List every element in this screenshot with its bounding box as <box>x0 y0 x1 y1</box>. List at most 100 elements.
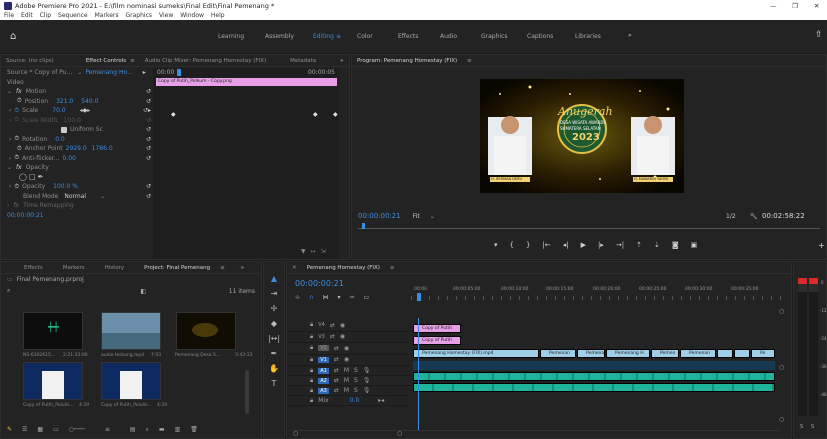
add-button-icon[interactable]: + <box>818 241 825 250</box>
minimize-button[interactable]: — <box>770 2 777 10</box>
trash-icon[interactable]: 🗑︎ <box>190 426 198 434</box>
menu-window[interactable]: Window <box>180 12 204 19</box>
chevron-right-icon[interactable]: › <box>9 155 11 162</box>
solo-left-button[interactable]: S <box>800 424 803 430</box>
go-to-out-icon[interactable]: →| <box>616 241 624 249</box>
clip-pemenang-4[interactable]: Pemen <box>651 349 679 358</box>
workspace-effects[interactable]: Effects <box>398 33 418 40</box>
snap-icon[interactable]: ⊹ <box>295 294 300 301</box>
timeline-playhead-marker[interactable] <box>417 293 421 301</box>
menu-sequence[interactable]: Sequence <box>58 12 88 19</box>
timeline-timecode[interactable]: 00:00:00:21 <box>295 279 344 288</box>
clip-pemenang-7[interactable] <box>734 349 750 358</box>
settings-wrench-icon[interactable]: ✑ <box>349 294 354 301</box>
tab-audio-clip-mixer[interactable]: Audio Clip Mixer: Pemenang Homestay (FIX… <box>145 58 266 64</box>
reset-icon[interactable]: ↺ <box>146 145 151 152</box>
track-name[interactable]: A1 <box>318 367 329 374</box>
eye-icon[interactable]: ◉ <box>344 345 349 352</box>
timeline-tab[interactable]: Pemenang Homestay (FIX) <box>307 265 380 271</box>
lock-icon[interactable]: 🔒︎ <box>310 344 313 352</box>
ec-timecode[interactable]: 00:00:00:21 <box>7 212 44 219</box>
tab-effect-controls[interactable]: Effect Controls <box>86 58 126 64</box>
timeline-vscroll[interactable]: ○ ○ ○ <box>779 308 785 428</box>
lock-icon[interactable]: 🔒︎ <box>310 377 313 385</box>
ec-anchor-x[interactable]: 2929.0 <box>66 145 87 152</box>
step-back-icon[interactable]: ◂| <box>563 241 569 249</box>
solo-button[interactable]: S <box>354 377 358 384</box>
captions-icon[interactable]: ▭ <box>363 294 369 301</box>
audio-clip-a1[interactable] <box>413 372 775 381</box>
reset-icon[interactable]: ↺ <box>146 193 151 200</box>
share-icon[interactable]: ⇧ <box>815 30 823 40</box>
extract-icon[interactable]: ⇣ <box>654 241 660 249</box>
sync-lock-icon[interactable]: ⇄ <box>334 356 339 363</box>
scrubber-playhead[interactable] <box>362 223 365 229</box>
new-bin-icon[interactable]: ▬ <box>159 426 165 434</box>
new-item-icon[interactable]: ▥ <box>175 426 181 434</box>
search-icon[interactable]: ⌕ <box>7 287 10 295</box>
ec-opacity-header[interactable]: ⌄ fx Opacity <box>1 163 159 173</box>
ec-position-y[interactable]: 540.0 <box>81 98 98 105</box>
track-name[interactable]: A2 <box>318 377 329 384</box>
ripple-edit-icon[interactable]: ✢ <box>271 304 278 313</box>
program-menu-icon[interactable]: ≡ <box>467 58 472 64</box>
list-view-icon[interactable]: ☰ <box>22 426 27 434</box>
keyframe-nav-icon[interactable]: ◂◆▸ <box>80 107 91 114</box>
pencil-icon[interactable]: ✎ <box>7 426 12 434</box>
mix-value[interactable]: 0.0 <box>350 397 360 404</box>
mark-out-icon[interactable]: } <box>526 241 530 249</box>
chevron-right-icon[interactable]: › <box>9 183 11 190</box>
rectangle-mask-icon[interactable]: □ <box>29 173 36 181</box>
ec-scale-value[interactable]: 70.0 <box>52 107 65 114</box>
lock-icon[interactable]: 🔒︎ <box>310 321 313 329</box>
track-name[interactable]: V4 <box>318 322 325 328</box>
find-icon[interactable]: ⌕ <box>146 426 149 434</box>
ec-time-remap-row[interactable]: › fx Time Remapping <box>1 201 159 211</box>
marker-icon[interactable]: ▾ <box>337 294 340 301</box>
program-fit-select[interactable]: Fit <box>413 213 420 220</box>
clip-copy-putih-v3[interactable]: Copy of Putih <box>413 336 461 345</box>
selection-tool-icon[interactable]: ▲ <box>271 274 277 283</box>
clip-pemenang-3[interactable]: Pemenang H <box>606 349 650 358</box>
mic-icon[interactable]: 🎙︎ <box>363 387 371 394</box>
effect-controls-menu-icon[interactable]: ≡ <box>130 58 135 64</box>
reset-icon[interactable]: ↺ <box>146 126 151 133</box>
clip-main-v2[interactable]: Pemenang Homestay (FIX).mp4 <box>413 349 539 358</box>
icon-view-icon[interactable]: ▦ <box>37 426 43 434</box>
wrench-icon[interactable]: 🔧︎ <box>750 213 758 220</box>
ec-keyframe-area[interactable]: 00:00 00:00:05 Copy of Putih_Polkum - Co… <box>153 68 339 258</box>
chevron-down-icon[interactable]: ⌄ <box>100 193 105 200</box>
add-marker-icon[interactable]: ▾ <box>494 241 498 249</box>
workspace-editing[interactable]: Editing <box>313 33 334 40</box>
comparison-icon[interactable]: ▣ <box>691 241 698 249</box>
ec-blend-select[interactable]: Normal <box>64 193 86 200</box>
menu-markers[interactable]: Markers <box>95 12 119 19</box>
track-select-icon[interactable]: ⇥ <box>271 289 278 298</box>
mic-icon[interactable]: 🎙︎ <box>363 367 371 374</box>
chevron-right-icon[interactable]: › <box>9 136 11 143</box>
mute-button[interactable]: M <box>344 387 349 394</box>
stopwatch-icon[interactable]: ⏱ <box>17 145 22 153</box>
chevron-down-icon[interactable]: ⌄ <box>77 69 82 76</box>
tab-metadata[interactable]: Metadata <box>290 58 316 64</box>
new-bin-icon[interactable]: ◧ <box>140 288 146 295</box>
uniform-scale-checkbox[interactable] <box>61 126 67 133</box>
workspace-libraries[interactable]: Libraries <box>575 33 601 40</box>
export-icon[interactable]: ↦ <box>311 248 316 255</box>
program-scrubber[interactable] <box>358 223 820 229</box>
slip-tool-icon[interactable]: |↔| <box>268 334 280 343</box>
project-item-thumb-4[interactable] <box>23 362 83 400</box>
tab-source[interactable]: Source: (no clips) <box>6 58 54 64</box>
reset-icon[interactable]: ↺ <box>146 88 151 95</box>
workspace-color[interactable]: Color <box>357 33 373 40</box>
mic-icon[interactable]: 🎙︎ <box>363 377 371 384</box>
timeline-menu-icon[interactable]: ≡ <box>390 265 395 271</box>
go-to-in-icon[interactable]: |← <box>542 241 550 249</box>
solo-button[interactable]: S <box>354 367 358 374</box>
linked-selection-icon[interactable]: ⋈ <box>322 294 328 301</box>
menu-file[interactable]: File <box>4 12 14 19</box>
menu-clip[interactable]: Clip <box>40 12 51 19</box>
ec-position-x[interactable]: 321.0 <box>56 98 73 105</box>
timeline-ruler[interactable]: 00:00 00:00:05:00 00:00:10:00 00:00:15:0… <box>411 286 783 304</box>
menu-edit[interactable]: Edit <box>21 12 33 19</box>
